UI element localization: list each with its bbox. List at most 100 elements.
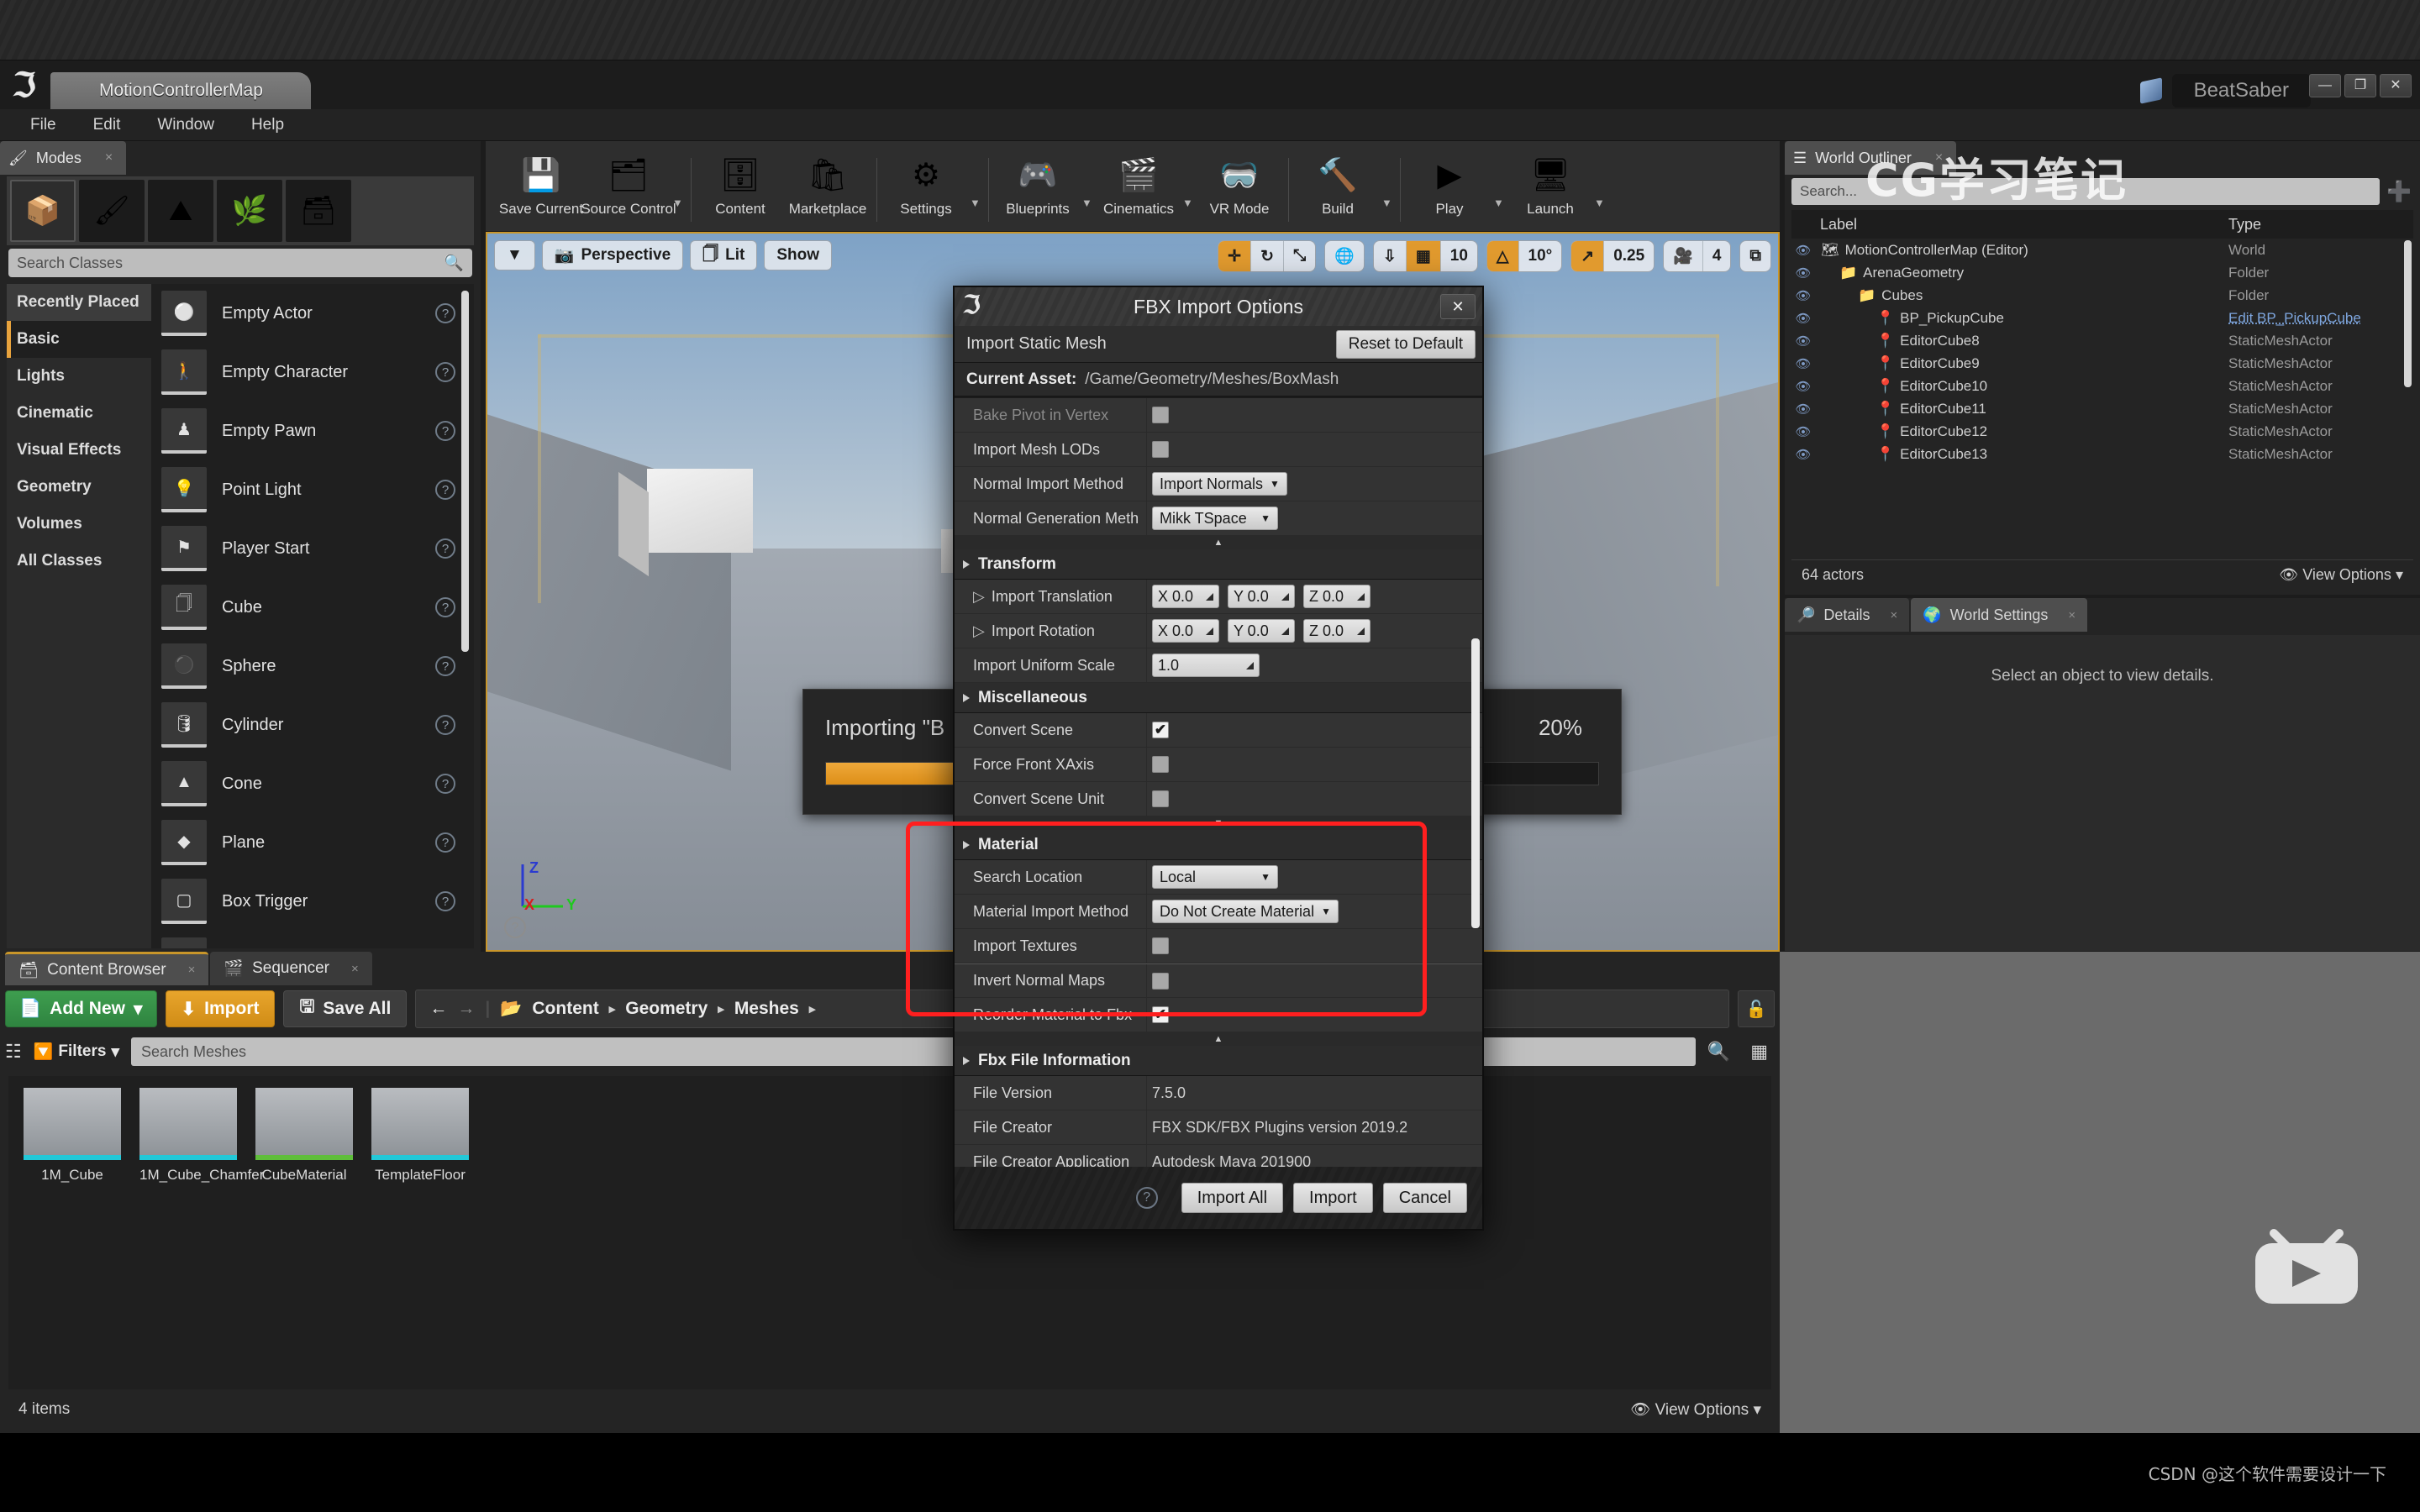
outliner-view-options[interactable]: 👁 View Options ▾: [2279, 566, 2403, 584]
category-cinematic[interactable]: Cinematic: [7, 395, 151, 432]
launch-button[interactable]: 🖥 Launch: [1507, 147, 1594, 224]
table-row[interactable]: 👁📍EditorCube13StaticMeshActor: [1791, 443, 2413, 465]
save-current-button[interactable]: 💾 Save Current: [497, 147, 585, 224]
vector-component-input[interactable]: Z 0.0: [1303, 585, 1370, 608]
spinner-icon[interactable]: [1357, 593, 1365, 601]
help-icon[interactable]: ?: [435, 421, 455, 441]
play-caret-icon[interactable]: ▼: [1493, 197, 1507, 209]
scroll-up-indicator[interactable]: ▲: [955, 536, 1482, 549]
cinematics-caret-icon[interactable]: ▼: [1182, 197, 1196, 209]
help-icon[interactable]: ?: [435, 597, 455, 617]
visibility-eye-icon[interactable]: 👁: [1791, 333, 1815, 349]
marketplace-button[interactable]: 🛍 Marketplace: [784, 147, 871, 224]
camera-mode-button[interactable]: 📷 Perspective: [542, 240, 683, 270]
blueprints-button[interactable]: 🎮 Blueprints: [994, 147, 1081, 224]
help-icon[interactable]: ?: [435, 891, 455, 911]
table-row[interactable]: 👁📁CubesFolder: [1791, 284, 2413, 307]
geometry-edit-mode-icon[interactable]: 🗃: [286, 180, 351, 242]
table-row[interactable]: 👁📍BP_PickupCubeEdit BP_PickupCube: [1791, 307, 2413, 329]
outliner-scrollbar[interactable]: [2404, 240, 2412, 387]
content-browser-search-icon[interactable]: 🔍: [1707, 1041, 1730, 1063]
asset-tile[interactable]: TemplateFloor: [371, 1088, 469, 1184]
tab-content-browser[interactable]: 🗃 Content Browser ×: [5, 952, 208, 985]
category-lights[interactable]: Lights: [7, 358, 151, 395]
visibility-eye-icon[interactable]: 👁: [1791, 402, 1815, 417]
visibility-eye-icon[interactable]: 👁: [1791, 311, 1815, 326]
breadcrumb-content[interactable]: Content: [532, 999, 598, 1019]
paint-mode-icon[interactable]: 🖌: [79, 180, 145, 242]
list-item[interactable]: ♟ Empty Pawn ?: [151, 402, 474, 460]
maximize-viewport-icon[interactable]: ⧉: [1740, 241, 1770, 271]
category-recently-placed[interactable]: Recently Placed: [7, 284, 151, 321]
content-browser-view-options[interactable]: 👁 View Options ▾: [1630, 1399, 1761, 1420]
section-header-transform[interactable]: Transform: [955, 549, 1482, 580]
visibility-eye-icon[interactable]: 👁: [1791, 356, 1815, 371]
search-classes-input[interactable]: Search Classes 🔍: [8, 249, 472, 277]
cinematics-button[interactable]: 🎬 Cinematics: [1095, 147, 1182, 224]
source-control-caret-icon[interactable]: ▼: [672, 197, 686, 209]
settings-button[interactable]: ⚙ Settings: [882, 147, 970, 224]
asset-tile[interactable]: CubeMaterial: [255, 1088, 353, 1184]
back-arrow-icon[interactable]: ←: [429, 999, 447, 1019]
breadcrumb-geometry[interactable]: Geometry: [625, 999, 708, 1019]
fbx-dialog-scrollbar[interactable]: [1471, 638, 1480, 928]
tab-world-settings-close-icon[interactable]: ×: [2068, 608, 2075, 622]
tab-sequencer-close-icon[interactable]: ×: [351, 962, 359, 976]
sources-panel-toggle-icon[interactable]: ☷: [5, 1041, 22, 1063]
spinner-icon[interactable]: [1206, 593, 1213, 601]
reset-to-default-button[interactable]: Reset to Default: [1336, 330, 1476, 359]
foliage-mode-icon[interactable]: 🌿: [217, 180, 282, 242]
checkbox[interactable]: [1152, 790, 1169, 807]
class-list-scrollbar[interactable]: [461, 291, 469, 652]
cancel-button[interactable]: Cancel: [1383, 1183, 1467, 1213]
checkbox[interactable]: [1152, 756, 1169, 773]
help-icon[interactable]: ?: [435, 832, 455, 853]
map-tab[interactable]: MotionControllerMap: [50, 72, 311, 109]
dropdown[interactable]: Do Not Create Material▼: [1152, 900, 1339, 923]
save-all-button[interactable]: 🖫 Save All: [283, 990, 407, 1027]
viewport-help-icon[interactable]: ?: [504, 916, 526, 938]
list-item[interactable]: 🗍 Cube ?: [151, 578, 474, 637]
table-row[interactable]: 👁🗺MotionControllerMap (Editor)World: [1791, 239, 2413, 261]
scroll-down-indicator[interactable]: ▼: [955, 816, 1482, 830]
filters-button[interactable]: 🔽 Filters ▾: [34, 1042, 119, 1062]
visibility-eye-icon[interactable]: 👁: [1791, 379, 1815, 394]
list-item[interactable]: ⚑ Player Start ?: [151, 519, 474, 578]
dropdown[interactable]: Local▼: [1152, 865, 1278, 889]
scroll-up-indicator[interactable]: ▲: [955, 1032, 1482, 1046]
table-row[interactable]: 👁📁ArenaGeometryFolder: [1791, 261, 2413, 284]
menu-window[interactable]: Window: [139, 113, 233, 138]
vector-component-input[interactable]: Y 0.0: [1228, 585, 1295, 608]
number-input[interactable]: 1.0: [1152, 654, 1260, 677]
viewport-cube-a[interactable]: [647, 469, 753, 553]
settings-caret-icon[interactable]: ▼: [970, 197, 983, 209]
maximize-button[interactable]: ❐: [2344, 74, 2376, 97]
table-row[interactable]: 👁📍EditorCube10StaticMeshActor: [1791, 375, 2413, 397]
help-icon[interactable]: ?: [1136, 1187, 1158, 1209]
modes-tab-close-icon[interactable]: ×: [105, 150, 113, 165]
landscape-mode-icon[interactable]: ⛰: [148, 180, 213, 242]
spinner-icon[interactable]: [1281, 627, 1289, 635]
list-item[interactable]: ○ Sphere Trigger ?: [151, 931, 474, 948]
blueprints-caret-icon[interactable]: ▼: [1081, 197, 1095, 209]
table-row[interactable]: 👁📍EditorCube8StaticMeshActor: [1791, 329, 2413, 352]
category-basic[interactable]: Basic: [7, 321, 151, 358]
add-new-button[interactable]: 📄 Add New ▾: [5, 990, 157, 1027]
vr-mode-button[interactable]: 🥽 VR Mode: [1196, 147, 1283, 224]
view-style-icon[interactable]: ▦: [1750, 1041, 1768, 1063]
scale-snap-toggle-icon[interactable]: ↗: [1571, 241, 1604, 271]
vector-component-input[interactable]: Y 0.0: [1228, 619, 1295, 643]
spinner-icon[interactable]: [1281, 593, 1289, 601]
rotation-snap-toggle-icon[interactable]: △: [1487, 241, 1519, 271]
menu-edit[interactable]: Edit: [75, 113, 139, 138]
tab-sequencer[interactable]: 🎬 Sequencer ×: [210, 952, 371, 985]
outliner-search-input[interactable]: Search...: [1791, 178, 2380, 205]
help-icon[interactable]: ?: [435, 656, 455, 676]
play-button[interactable]: ▶ Play: [1406, 147, 1493, 224]
visibility-eye-icon[interactable]: 👁: [1791, 447, 1815, 462]
add-actor-icon[interactable]: ➕: [2385, 178, 2413, 205]
category-visual-effects[interactable]: Visual Effects: [7, 432, 151, 469]
category-volumes[interactable]: Volumes: [7, 506, 151, 543]
table-row[interactable]: 👁📍EditorCube12StaticMeshActor: [1791, 420, 2413, 443]
lock-content-browser-icon[interactable]: 🔓: [1738, 990, 1775, 1027]
